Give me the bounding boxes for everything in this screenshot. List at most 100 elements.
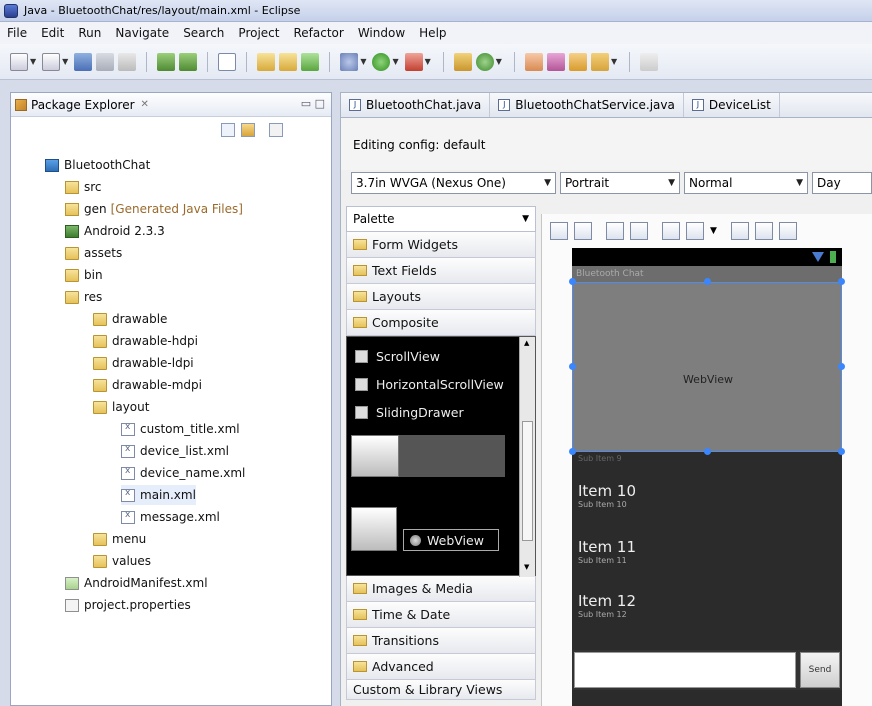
palette-item-horizontalscrollview[interactable]: HorizontalScrollView — [355, 373, 504, 395]
menu-run[interactable]: Run — [71, 26, 108, 40]
tree-node-message-xml[interactable]: message.xml — [121, 507, 220, 527]
save-all-icon[interactable] — [96, 52, 115, 71]
new-android-project-icon[interactable] — [42, 52, 61, 71]
new-java-package-icon[interactable] — [257, 52, 276, 71]
tree-node-menu[interactable]: menu — [93, 529, 146, 549]
orientation-select[interactable]: Portrait ▼ — [560, 172, 680, 194]
open-type-icon[interactable] — [453, 52, 472, 71]
palette-category-form-widgets[interactable]: Form Widgets — [346, 232, 536, 258]
list-item[interactable]: Item 10 Sub Item 10 — [578, 482, 636, 509]
resize-handle-icon[interactable] — [838, 278, 845, 285]
tree-node-project-properties[interactable]: project.properties — [65, 595, 191, 615]
pin-editor-icon[interactable] — [590, 52, 609, 71]
palette-category-composite[interactable]: Composite — [346, 310, 536, 336]
resize-handle-icon[interactable] — [704, 448, 711, 455]
tree-node-device-name-xml[interactable]: device_name.xml — [121, 463, 245, 483]
palette-category-images-media[interactable]: Images & Media — [346, 576, 536, 602]
layout-vertical-icon[interactable] — [574, 222, 592, 240]
tree-node-layout[interactable]: layout — [93, 397, 149, 417]
palette-category-advanced[interactable]: Advanced — [346, 654, 536, 680]
zoom-fit-icon[interactable] — [778, 222, 797, 240]
package-explorer-title[interactable]: Package Explorer — [31, 98, 135, 112]
density-select[interactable]: Normal ▼ — [684, 172, 808, 194]
close-icon[interactable]: ✕ — [141, 99, 149, 110]
lint-icon[interactable] — [218, 52, 237, 71]
palette-item-scrollview[interactable]: ScrollView — [355, 345, 440, 367]
palette-item-slidingdrawer[interactable]: SlidingDrawer — [355, 401, 464, 423]
palette-category-custom-library-views[interactable]: Custom & Library Views — [346, 680, 536, 700]
chevron-down-icon[interactable]: ▼ — [611, 57, 617, 66]
layout-horizontal-icon[interactable] — [550, 222, 568, 240]
palette-scrollbar[interactable]: ▲ ▼ — [519, 337, 535, 577]
chevron-down-icon[interactable]: ▼ — [425, 57, 431, 66]
tree-node-assets[interactable]: assets — [65, 243, 122, 263]
run-icon[interactable] — [372, 52, 391, 71]
android-sdk-manager-icon[interactable] — [157, 52, 176, 71]
tree-node-custom-title-xml[interactable]: custom_title.xml — [121, 419, 240, 439]
tree-node-drawable-mdpi[interactable]: drawable-mdpi — [93, 375, 202, 395]
tab-bluetoothchat-java[interactable]: J BluetoothChat.java — [341, 93, 491, 117]
minimize-maximize-icon[interactable]: ▭ □ — [301, 97, 325, 110]
tab-bluetoothchatservice-java[interactable]: J BluetoothChatService.java — [490, 93, 684, 117]
menu-refactor[interactable]: Refactor — [286, 26, 350, 40]
palette-category-layouts[interactable]: Layouts — [346, 284, 536, 310]
tree-node-bin[interactable]: bin — [65, 265, 103, 285]
tree-node-drawable[interactable]: drawable — [93, 309, 167, 329]
resize-handle-icon[interactable] — [838, 448, 845, 455]
palette-item-webview[interactable]: WebView — [403, 529, 499, 551]
menu-help[interactable]: Help — [412, 26, 453, 40]
tree-node-values[interactable]: values — [93, 551, 151, 571]
palette-scrollbar-thumb[interactable] — [522, 421, 533, 541]
android-avd-manager-icon[interactable] — [179, 52, 198, 71]
message-input[interactable] — [574, 652, 796, 688]
toggle-fill-width-icon[interactable] — [606, 222, 624, 240]
resize-handle-icon[interactable] — [569, 278, 576, 285]
list-item[interactable]: Item 11 Sub Item 11 — [578, 538, 636, 565]
palette-category-time-date[interactable]: Time & Date — [346, 602, 536, 628]
tree-node-main-xml[interactable]: main.xml — [121, 485, 196, 505]
menu-project[interactable]: Project — [231, 26, 286, 40]
chevron-down-icon[interactable]: ▼ — [496, 57, 502, 66]
debug-icon[interactable] — [340, 52, 359, 71]
new-class-icon[interactable] — [475, 52, 494, 71]
tree-node-gen[interactable]: gen [Generated Java Files] — [65, 199, 243, 219]
tree-node-drawable-hdpi[interactable]: drawable-hdpi — [93, 331, 198, 351]
palette-header[interactable]: Palette ▼ — [346, 206, 536, 232]
resize-handle-icon[interactable] — [569, 363, 576, 370]
menu-edit[interactable]: Edit — [34, 26, 71, 40]
open-perspective-icon[interactable] — [568, 52, 587, 71]
chevron-down-icon[interactable]: ▼ — [62, 57, 68, 66]
margins-icon[interactable] — [686, 222, 704, 240]
save-icon[interactable] — [74, 52, 93, 71]
resize-handle-icon[interactable] — [704, 278, 711, 285]
next-annotation-icon[interactable] — [640, 52, 659, 71]
webview-widget[interactable]: WebView — [572, 282, 842, 452]
tree-node-device-list-xml[interactable]: device_list.xml — [121, 441, 229, 461]
palette-category-transitions[interactable]: Transitions — [346, 628, 536, 654]
tree-node-project[interactable]: BluetoothChat — [45, 155, 150, 175]
chevron-down-icon[interactable]: ▼ — [710, 222, 717, 240]
tree-node-drawable-ldpi[interactable]: drawable-ldpi — [93, 353, 194, 373]
menu-search[interactable]: Search — [176, 26, 231, 40]
external-tools-icon[interactable] — [404, 52, 423, 71]
tree-node-android-sdk[interactable]: Android 2.3.3 — [65, 221, 165, 241]
toggle-fill-height-icon[interactable] — [630, 222, 648, 240]
menu-window[interactable]: Window — [351, 26, 412, 40]
mode-select[interactable]: Day — [812, 172, 872, 194]
chevron-down-icon[interactable]: ▼ — [360, 57, 366, 66]
toggle-view-icon[interactable] — [662, 222, 680, 240]
new-android-test-icon[interactable] — [301, 52, 320, 71]
link-with-editor-icon[interactable] — [241, 123, 255, 137]
tree-node-res[interactable]: res — [65, 287, 102, 307]
chevron-down-icon[interactable]: ▼ — [30, 57, 36, 66]
palette-category-text-fields[interactable]: Text Fields — [346, 258, 536, 284]
tree-node-src[interactable]: src — [65, 177, 102, 197]
send-button[interactable]: Send — [800, 652, 840, 688]
print-icon[interactable] — [118, 52, 137, 71]
open-task-icon[interactable] — [524, 52, 543, 71]
new-icon[interactable] — [10, 52, 28, 71]
tab-devicelist[interactable]: J DeviceList — [684, 93, 780, 117]
zoom-out-icon[interactable] — [730, 222, 749, 240]
device-select[interactable]: 3.7in WVGA (Nexus One) ▼ — [351, 172, 556, 194]
list-item[interactable]: Item 12 Sub Item 12 — [578, 592, 636, 619]
